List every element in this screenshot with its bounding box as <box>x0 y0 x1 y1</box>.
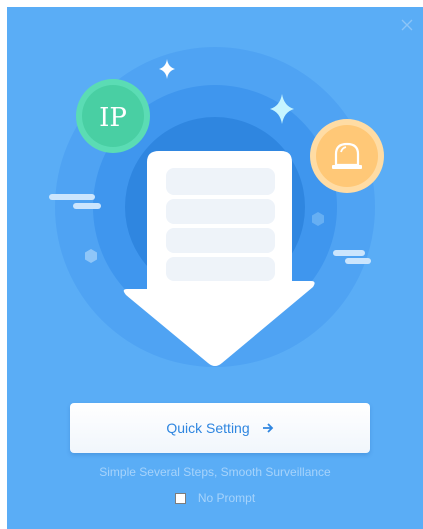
ip-badge-label: IP <box>99 103 127 133</box>
placeholder-row <box>166 199 275 224</box>
arrow-right-icon <box>262 422 274 434</box>
quick-setting-label: Quick Setting <box>166 420 250 436</box>
setup-illustration: IP <box>49 47 384 367</box>
quick-setting-dialog: IP Quick Setting Simple Several Steps, S… <box>7 7 423 529</box>
ip-badge-icon: IP <box>76 79 150 153</box>
no-prompt-label: No Prompt <box>197 491 256 505</box>
tagline-text: Simple Several Steps, Smooth Surveillanc… <box>99 465 331 479</box>
no-prompt-checkbox[interactable] <box>174 492 186 504</box>
placeholder-row <box>166 168 275 195</box>
placeholder-row <box>166 228 275 253</box>
placeholder-row <box>166 257 275 281</box>
no-prompt-option: No Prompt <box>7 491 423 505</box>
quick-setting-button[interactable]: Quick Setting <box>70 403 370 453</box>
alarm-badge-icon <box>310 119 384 193</box>
